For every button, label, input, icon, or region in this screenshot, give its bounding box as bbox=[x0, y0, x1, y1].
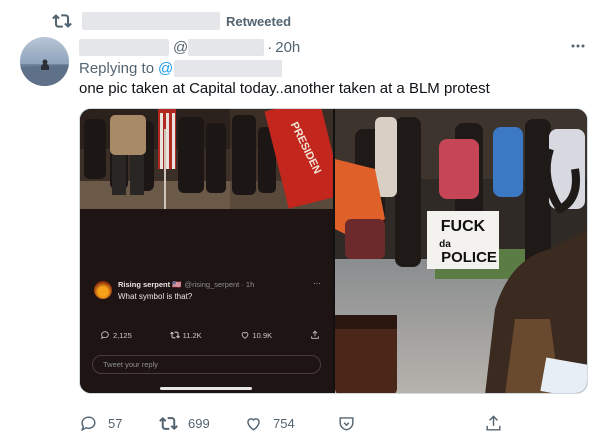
share-icon bbox=[486, 414, 501, 431]
protest-sign-line1: FUCK bbox=[441, 218, 486, 235]
tweet-timestamp[interactable]: 20h bbox=[275, 39, 300, 56]
embedded-avatar bbox=[94, 281, 112, 299]
dot-separator: · bbox=[267, 38, 273, 56]
retweet-icon bbox=[159, 416, 178, 430]
reply-handle-at[interactable]: @ bbox=[158, 60, 173, 77]
embedded-share bbox=[310, 330, 320, 340]
reply-button[interactable]: 57 bbox=[79, 412, 122, 434]
capitol-photo: PRESIDEN bbox=[80, 109, 333, 209]
embedded-author-handle: @rising_serpent · 1h bbox=[184, 280, 255, 289]
share-icon bbox=[311, 330, 319, 339]
bookmark-shield-button[interactable] bbox=[337, 412, 356, 434]
like-count: 754 bbox=[273, 415, 295, 431]
embedded-author-name: Rising serpent 🇺🇸 bbox=[118, 280, 182, 289]
tweet-header: @ · 20h bbox=[79, 37, 300, 57]
replying-to-label: Replying to bbox=[79, 59, 155, 77]
tweet-media[interactable]: PRESIDEN Rising serpent 🇺🇸 @rising_serpen… bbox=[79, 108, 588, 394]
embedded-reply-box: Tweet your reply bbox=[92, 355, 321, 374]
embedded-like-count: 10.9K bbox=[252, 330, 273, 340]
share-button[interactable] bbox=[484, 412, 503, 434]
embedded-retweet-count: 11.2K bbox=[182, 330, 202, 340]
tweet-actions: 57 699 754 bbox=[79, 412, 509, 434]
embedded-tweet-text: What symbol is that? bbox=[118, 292, 193, 301]
handle-at: @ bbox=[173, 38, 189, 56]
embedded-actions: 2,125 11.2K 10.9K bbox=[100, 330, 320, 340]
author-handle-redacted[interactable] bbox=[188, 38, 265, 56]
embedded-reply: 2,125 bbox=[100, 330, 132, 340]
reply-handle-redacted[interactable] bbox=[174, 59, 283, 77]
retweet-context: Retweeted bbox=[52, 10, 291, 32]
reply-icon bbox=[100, 331, 109, 340]
more-options-icon[interactable] bbox=[567, 38, 589, 54]
retweet-icon bbox=[169, 331, 180, 339]
embedded-tweet-screenshot: Rising serpent 🇺🇸 @rising_serpent · 1h ··… bbox=[80, 209, 333, 393]
media-image-right[interactable]: FUCK da POLICE bbox=[335, 109, 587, 393]
embedded-author: Rising serpent 🇺🇸 @rising_serpent · 1h bbox=[118, 280, 254, 289]
retweeter-name-redacted bbox=[82, 12, 220, 30]
phone-home-indicator bbox=[160, 387, 252, 390]
retweet-icon bbox=[52, 14, 72, 28]
heart-icon bbox=[247, 417, 260, 431]
retweet-count: 699 bbox=[188, 415, 210, 431]
retweet-button[interactable]: 699 bbox=[159, 412, 210, 434]
tweet-text: one pic taken at Capital today..another … bbox=[79, 80, 490, 97]
author-name-redacted[interactable] bbox=[79, 38, 169, 56]
replying-to: Replying to @ bbox=[79, 58, 283, 78]
retweeted-label: Retweeted bbox=[226, 13, 292, 29]
reply-count: 57 bbox=[108, 415, 123, 431]
media-image-left[interactable]: PRESIDEN Rising serpent 🇺🇸 @rising_serpen… bbox=[80, 109, 333, 393]
embedded-more-icon: ··· bbox=[313, 279, 321, 288]
reply-icon bbox=[80, 415, 96, 431]
embedded-retweet: 11.2K bbox=[169, 330, 202, 340]
embedded-reply-count: 2,125 bbox=[113, 330, 132, 340]
avatar[interactable] bbox=[20, 37, 69, 86]
protest-sign-line3: POLICE bbox=[441, 249, 497, 266]
like-button[interactable]: 754 bbox=[244, 412, 295, 434]
heart-icon bbox=[241, 332, 248, 339]
embedded-like: 10.9K bbox=[240, 330, 273, 340]
shield-icon bbox=[339, 416, 354, 431]
